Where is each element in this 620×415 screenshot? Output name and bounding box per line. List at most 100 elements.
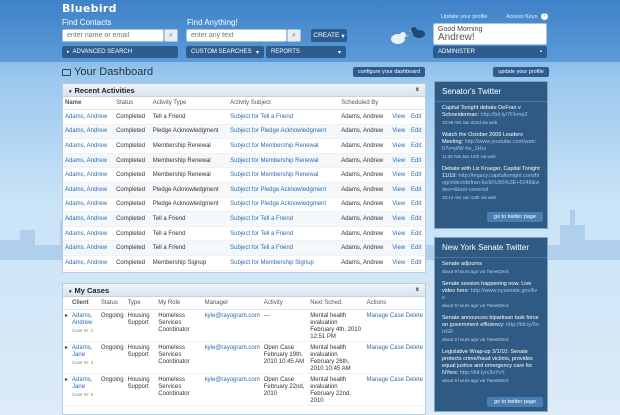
- column-header[interactable]: Next Sched.: [308, 297, 365, 310]
- create-button[interactable]: CREATE ▾: [311, 29, 347, 42]
- manage-case-link[interactable]: Manage Case: [367, 377, 404, 383]
- view-link[interactable]: View: [390, 211, 410, 227]
- client-link[interactable]: Adams, Jane: [72, 345, 92, 358]
- contact-name-link[interactable]: Adams, Andrew: [63, 211, 115, 227]
- contact-name-link[interactable]: Adams, Andrew: [63, 182, 115, 198]
- edit-link[interactable]: Edit: [409, 138, 425, 154]
- edit-link[interactable]: Edit: [409, 153, 425, 169]
- close-icon[interactable]: x: [416, 87, 419, 93]
- column-header[interactable]: Name: [63, 97, 115, 110]
- activity-subject-link[interactable]: Subject for Tell a Friend: [228, 109, 340, 125]
- collapse-icon[interactable]: ▾: [69, 89, 72, 95]
- update-profile-button[interactable]: update your profile: [493, 67, 549, 77]
- view-link[interactable]: View: [390, 197, 410, 213]
- column-header[interactable]: Actions: [364, 297, 425, 310]
- view-link[interactable]: View: [390, 182, 410, 198]
- activity-subject-link[interactable]: Subject for Pledge Acknowledgment: [228, 124, 340, 140]
- advanced-search-button[interactable]: ▸ ADVANCED SEARCH: [62, 46, 178, 58]
- find-anything-input[interactable]: [186, 29, 287, 42]
- tweet-link[interactable]: http://legacy.capitaltonight.com/blog/vi…: [442, 173, 539, 193]
- view-link[interactable]: View: [390, 240, 410, 256]
- expand-icon[interactable]: ▸: [63, 373, 71, 406]
- activity-subject-link[interactable]: Subject for Membership Renewal: [228, 167, 340, 183]
- column-header[interactable]: My Role: [156, 297, 203, 310]
- activity-subject-link[interactable]: Subject for Membership Renewal: [228, 153, 340, 169]
- tweet-link[interactable]: http://bit.ly/c3vYvY: [460, 370, 505, 376]
- edit-link[interactable]: Edit: [409, 109, 425, 125]
- manage-case-link[interactable]: Manage Case: [367, 345, 404, 351]
- column-header[interactable]: Status: [114, 97, 151, 110]
- activity-subject-link[interactable]: Subject for Pledge Acknowledgment: [228, 182, 340, 198]
- contact-name-link[interactable]: Adams, Andrew: [63, 197, 115, 213]
- access-keys-link[interactable]: Access Keys: [506, 14, 537, 20]
- status-cell: Completed: [114, 226, 151, 242]
- activity-subject-link[interactable]: Subject for Pledge Acknowledgment: [228, 197, 340, 213]
- view-link[interactable]: View: [390, 167, 410, 183]
- view-link[interactable]: View: [390, 109, 410, 125]
- contact-name-link[interactable]: Adams, Andrew: [63, 138, 115, 154]
- column-header[interactable]: Client: [70, 297, 99, 310]
- column-header[interactable]: Activity Subject: [228, 97, 340, 110]
- contact-name-link[interactable]: Adams, Andrew: [63, 153, 115, 169]
- activity-subject-link[interactable]: Subject for Membership Signup: [228, 255, 340, 271]
- recent-activities-header[interactable]: ▾ Recent Activities x: [63, 84, 425, 97]
- find-contacts-search-button[interactable]: ⌕: [164, 29, 178, 42]
- edit-link[interactable]: Edit: [409, 167, 425, 183]
- configure-dashboard-button[interactable]: configure your dashboard: [353, 67, 425, 77]
- column-header[interactable]: Status: [98, 297, 126, 310]
- edit-link[interactable]: Edit: [409, 124, 425, 140]
- delete-link[interactable]: Delete: [406, 377, 423, 383]
- contact-name-link[interactable]: Adams, Andrew: [63, 255, 115, 271]
- senators-twitter-button[interactable]: go to twitter page: [487, 212, 543, 222]
- reports-menu[interactable]: REPORTS ▾: [266, 46, 346, 58]
- help-icon[interactable]: ?: [541, 13, 548, 20]
- view-link[interactable]: View: [390, 153, 410, 169]
- contact-name-link[interactable]: Adams, Andrew: [63, 226, 115, 242]
- tweet-link[interactable]: http://bit.ly/7Fhrnp2: [481, 112, 528, 118]
- edit-link[interactable]: Edit: [409, 226, 425, 242]
- edit-link[interactable]: Edit: [409, 240, 425, 256]
- delete-link[interactable]: Delete: [406, 313, 423, 319]
- manager-link[interactable]: kyle@rayogram.com: [202, 373, 262, 406]
- close-icon[interactable]: x: [416, 287, 419, 293]
- administer-menu[interactable]: ADMINISTER ▪: [433, 46, 547, 58]
- client-link[interactable]: Adams, Jane: [72, 377, 92, 390]
- my-cases-header[interactable]: ▾ My Cases x: [63, 284, 425, 297]
- contact-name-link[interactable]: Adams, Andrew: [63, 124, 115, 140]
- edit-link[interactable]: Edit: [409, 197, 425, 213]
- update-profile-link[interactable]: Update your profile: [441, 14, 487, 20]
- view-link[interactable]: View: [390, 226, 410, 242]
- view-link[interactable]: View: [390, 124, 410, 140]
- case-id: Case ID: 3: [72, 360, 94, 365]
- collapse-icon[interactable]: ▾: [69, 289, 72, 295]
- view-link[interactable]: View: [390, 138, 410, 154]
- activity-type-cell: Membership Renewal: [150, 167, 229, 183]
- expand-icon[interactable]: ▸: [63, 341, 71, 374]
- manager-link[interactable]: kyle@rayogram.com: [202, 341, 262, 374]
- column-header[interactable]: Scheduled By: [339, 97, 391, 110]
- edit-link[interactable]: Edit: [409, 211, 425, 227]
- view-link[interactable]: View: [390, 255, 410, 271]
- column-header[interactable]: Manager: [202, 297, 262, 310]
- column-header[interactable]: Type: [125, 297, 157, 310]
- custom-searches-menu[interactable]: CUSTOM SEARCHES ▾: [186, 46, 264, 58]
- manage-case-link[interactable]: Manage Case: [367, 313, 404, 319]
- column-header[interactable]: Activity Type: [150, 97, 229, 110]
- activity-subject-link[interactable]: Subject for Tell a Friend: [228, 240, 340, 256]
- contact-name-link[interactable]: Adams, Andrew: [63, 240, 115, 256]
- find-anything-search-button[interactable]: ⌕: [287, 29, 301, 42]
- client-link[interactable]: Adams, Andrew: [72, 313, 92, 326]
- activity-subject-link[interactable]: Subject for Tell a Friend: [228, 211, 340, 227]
- expand-icon[interactable]: ▸: [63, 309, 71, 342]
- contact-name-link[interactable]: Adams, Andrew: [63, 109, 115, 125]
- column-header[interactable]: Activity: [261, 297, 309, 310]
- find-contacts-input[interactable]: [62, 29, 164, 42]
- activity-subject-link[interactable]: Subject for Membership Renewal: [228, 138, 340, 154]
- delete-link[interactable]: Delete: [406, 345, 423, 351]
- contact-name-link[interactable]: Adams, Andrew: [63, 167, 115, 183]
- manager-link[interactable]: kyle@rayogram.com: [202, 309, 262, 342]
- nysenate-twitter-button[interactable]: go to twitter page: [487, 397, 543, 407]
- edit-link[interactable]: Edit: [409, 255, 425, 271]
- edit-link[interactable]: Edit: [409, 182, 425, 198]
- activity-subject-link[interactable]: Subject for Tell a Friend: [228, 226, 340, 242]
